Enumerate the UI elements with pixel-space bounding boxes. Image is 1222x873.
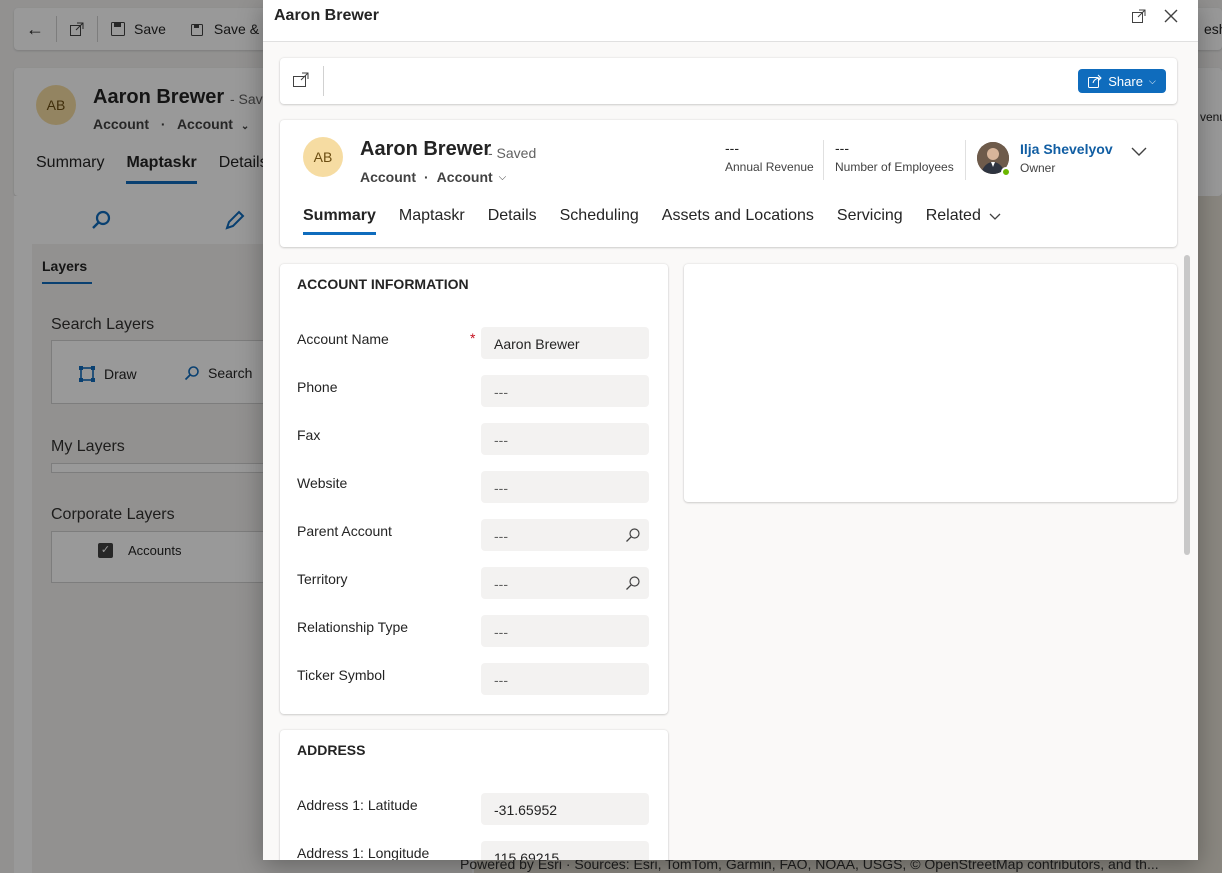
- field-phone: Phone ---: [297, 375, 649, 407]
- expand-icon: [1132, 9, 1146, 23]
- search-icon[interactable]: [625, 527, 641, 543]
- close-icon: [1164, 9, 1178, 23]
- field-address-latitude: Address 1: Latitude -31.65952: [297, 793, 649, 825]
- section-title: ACCOUNT INFORMATION: [297, 276, 469, 292]
- share-button[interactable]: Share ⌵: [1078, 69, 1166, 93]
- save-status: - Saved: [488, 145, 537, 161]
- header-expand-button[interactable]: [1130, 142, 1150, 162]
- tab-assets-and-locations[interactable]: Assets and Locations: [662, 207, 814, 235]
- kpi-annual-revenue: --- Annual Revenue: [725, 140, 814, 174]
- owner-name-link[interactable]: Ilja Shevelyov: [1020, 141, 1113, 157]
- address-section: ADDRESS Address 1: Latitude -31.65952 Ad…: [280, 730, 668, 860]
- dialog-title: Aaron Brewer: [274, 7, 379, 24]
- field-fax: Fax ---: [297, 423, 649, 455]
- section-title: ADDRESS: [297, 742, 366, 758]
- chevron-down-icon: ⌵: [1148, 75, 1156, 86]
- record-tabs: Summary Maptaskr Details Scheduling Asse…: [303, 207, 1024, 235]
- tab-details[interactable]: Details: [488, 207, 537, 235]
- field-account-name: Account Name * Aaron Brewer: [297, 327, 649, 359]
- entity-label: Account: [360, 169, 416, 185]
- parent-account-lookup[interactable]: ---: [481, 519, 649, 551]
- expand-dialog-button[interactable]: [1129, 6, 1149, 26]
- account-name-input[interactable]: Aaron Brewer: [481, 327, 649, 359]
- field-parent-account: Parent Account ---: [297, 519, 649, 551]
- dialog-command-bar: Share ⌵: [280, 58, 1177, 104]
- territory-lookup[interactable]: ---: [481, 567, 649, 599]
- record-type: Account · Account ⌵: [360, 169, 507, 185]
- presence-available-icon: [1001, 167, 1011, 177]
- field-territory: Territory ---: [297, 567, 649, 599]
- share-icon: [1088, 74, 1102, 88]
- scrollbar-thumb[interactable]: [1184, 255, 1190, 555]
- form-selector[interactable]: Account ⌵: [437, 169, 507, 185]
- kpi-number-of-employees: --- Number of Employees: [835, 140, 954, 174]
- fax-input[interactable]: ---: [481, 423, 649, 455]
- field-website: Website ---: [297, 471, 649, 503]
- account-information-section: ACCOUNT INFORMATION Account Name * Aaron…: [280, 264, 668, 714]
- ticker-symbol-input[interactable]: ---: [481, 663, 649, 695]
- chevron-down-icon: ⌵: [498, 171, 507, 183]
- owner-label: Owner: [1020, 161, 1056, 175]
- phone-input[interactable]: ---: [481, 375, 649, 407]
- tab-maptaskr[interactable]: Maptaskr: [399, 207, 465, 235]
- search-icon[interactable]: [625, 575, 641, 591]
- tab-related[interactable]: Related: [926, 207, 1001, 235]
- scrollbar[interactable]: [1183, 255, 1191, 555]
- website-input[interactable]: ---: [481, 471, 649, 503]
- record-header: AB Aaron Brewer - Saved Account · Accoun…: [280, 120, 1177, 247]
- record-name: Aaron Brewer: [360, 138, 492, 160]
- tab-scheduling[interactable]: Scheduling: [560, 207, 639, 235]
- chevron-down-icon: [989, 213, 1001, 220]
- popout-icon: [293, 72, 309, 87]
- record-dialog: Aaron Brewer Share ⌵ AB Aaron Brewer - S…: [263, 0, 1198, 860]
- tab-servicing[interactable]: Servicing: [837, 207, 903, 235]
- avatar: AB: [303, 137, 343, 177]
- field-ticker-symbol: Ticker Symbol ---: [297, 663, 649, 695]
- close-dialog-button[interactable]: [1161, 6, 1181, 26]
- required-marker: *: [470, 330, 476, 346]
- open-in-new-window-button[interactable]: [292, 71, 312, 91]
- tab-summary[interactable]: Summary: [303, 207, 376, 235]
- chevron-down-icon: [1131, 147, 1147, 156]
- field-relationship-type: Relationship Type ---: [297, 615, 649, 647]
- timeline-section: [684, 264, 1177, 502]
- latitude-input[interactable]: -31.65952: [481, 793, 649, 825]
- relationship-type-select[interactable]: ---: [481, 615, 649, 647]
- longitude-input[interactable]: 115.69215: [481, 841, 649, 860]
- field-address-longitude: Address 1: Longitude 115.69215: [297, 841, 649, 860]
- dialog-title-bar: Aaron Brewer: [263, 0, 1198, 42]
